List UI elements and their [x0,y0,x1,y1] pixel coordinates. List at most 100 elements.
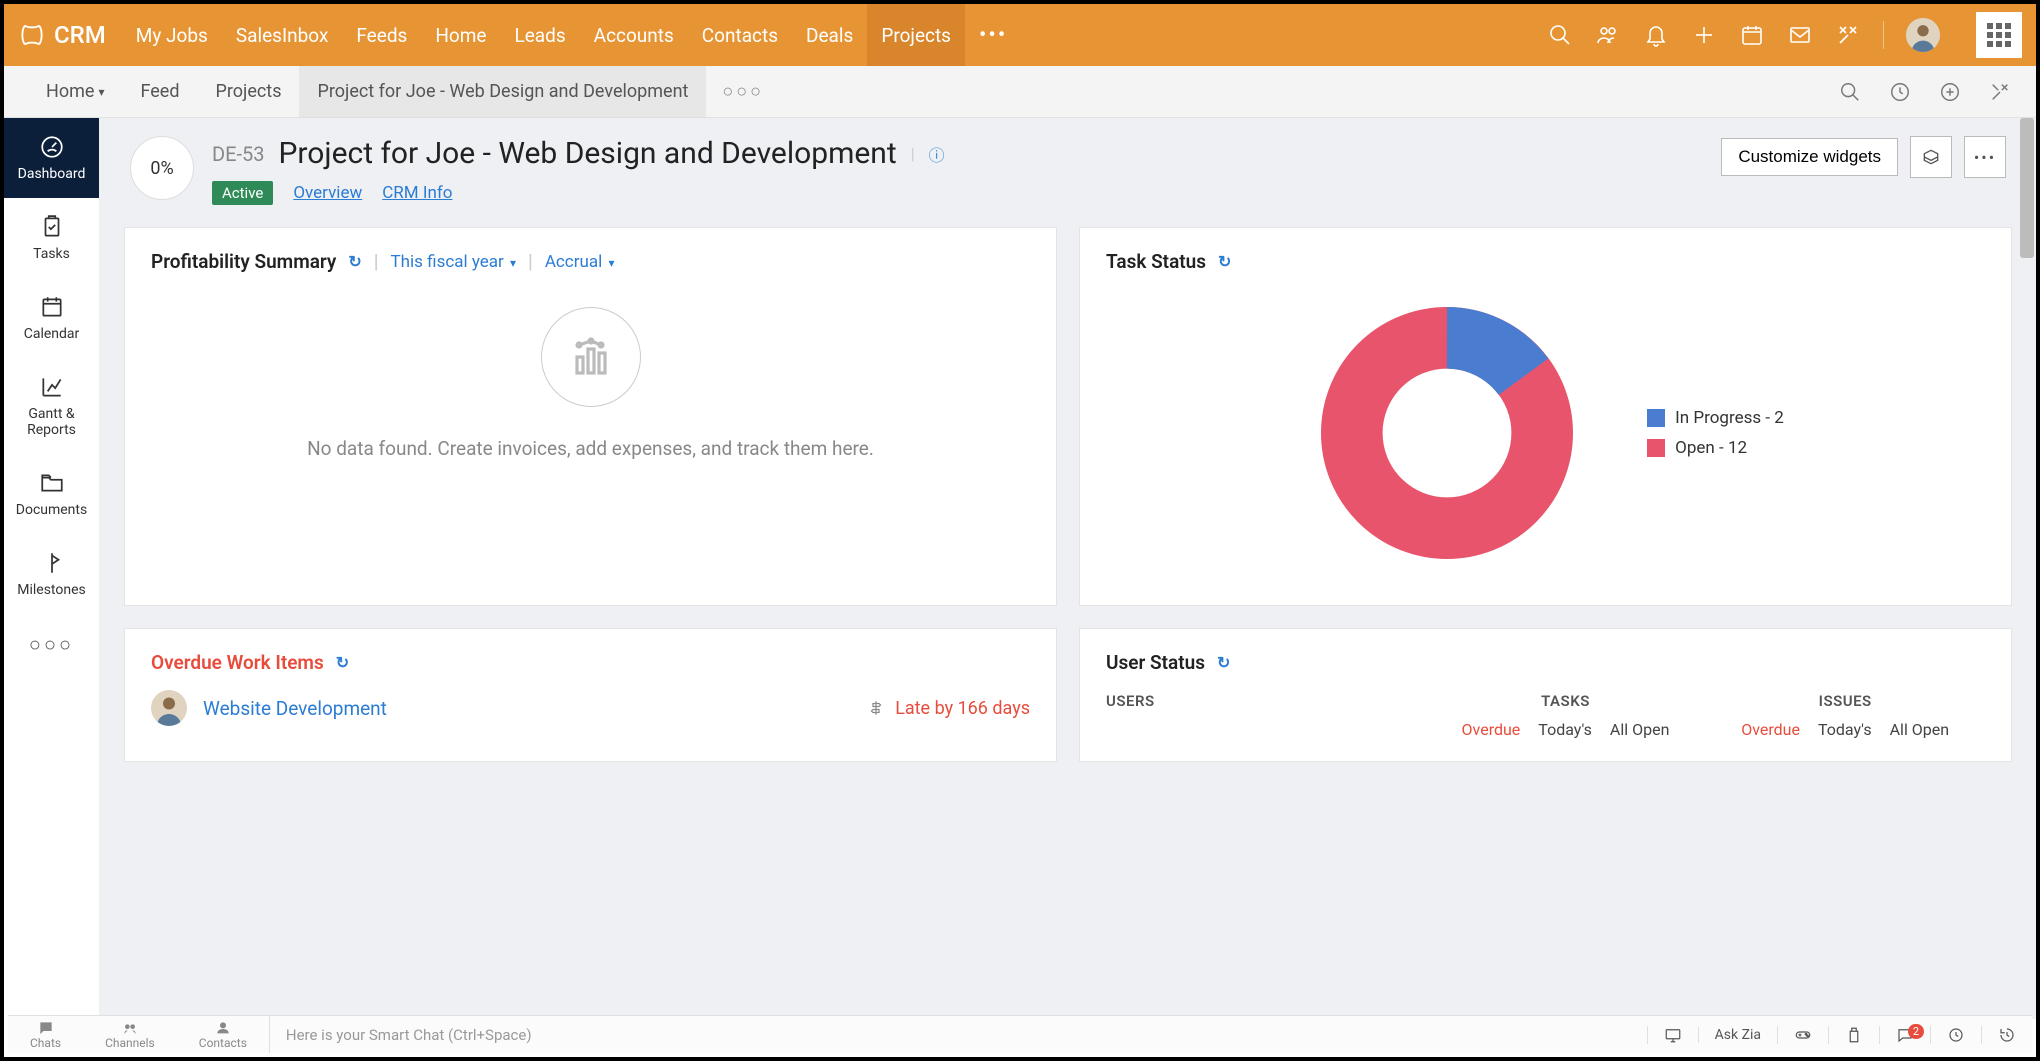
subcol-todays[interactable]: Today's [1818,720,1872,739]
more-options-icon[interactable]: ••• [1964,136,2006,178]
scrollbar[interactable] [2020,118,2034,1019]
widget-title: Task Status [1106,250,1206,273]
rail-label: Dashboard [18,166,86,182]
refresh-icon[interactable]: ↻ [336,653,349,672]
bb-clip-icon[interactable] [1828,1026,1879,1044]
project-header: 0% DE-53 Project for Joe - Web Design an… [100,118,2036,227]
subcol-all-open[interactable]: All Open [1610,720,1670,739]
link-overview[interactable]: Overview [293,183,362,203]
col-tasks: TASKS [1426,692,1706,710]
bb-contacts[interactable]: Contacts [177,1020,269,1050]
rail-calendar[interactable]: Calendar [4,278,99,358]
rail-label: Tasks [33,246,70,262]
bb-message-icon[interactable]: 2 [1879,1026,1930,1044]
overdue-item[interactable]: Website Development Late by 166 days [151,674,1030,726]
overdue-late-label: Late by 166 days [867,698,1030,719]
notification-badge: 2 [1908,1024,1924,1039]
legend-open[interactable]: Open - 12 [1647,438,1784,458]
legend-color-icon [1647,409,1665,427]
rail-dashboard[interactable]: Dashboard [4,118,99,198]
crumb-projects[interactable]: Projects [197,66,299,117]
link-crm-info[interactable]: CRM Info [382,183,452,203]
bb-history-icon[interactable] [1981,1026,2032,1044]
top-nav: My Jobs SalesInbox Feeds Home Leads Acco… [122,4,1022,66]
sub-clock-icon[interactable] [1888,80,1912,104]
overdue-item-name[interactable]: Website Development [203,697,851,720]
task-status-donut-chart [1307,293,1587,573]
mail-icon[interactable] [1787,22,1813,48]
brand[interactable]: CRM [18,21,106,49]
nav-salesinbox[interactable]: SalesInbox [222,4,343,66]
project-code: DE-53 [212,142,265,166]
bb-clock-icon[interactable] [1930,1026,1981,1044]
crumb-home[interactable]: Home▾ [28,66,122,117]
favorite-icon[interactable] [1910,136,1952,178]
rail-milestones[interactable]: Milestones [4,534,99,614]
rail-more[interactable]: ○○○ [4,614,99,675]
refresh-icon[interactable]: ↻ [1217,653,1230,672]
bb-channels[interactable]: Channels [83,1020,177,1050]
signpost-icon [867,699,885,717]
sub-search-icon[interactable] [1838,80,1862,104]
user-avatar[interactable] [1906,18,1940,52]
crumb-feed[interactable]: Feed [122,66,197,117]
widget-task-status: Task Status ↻ In Progress - 2 [1079,227,2012,606]
bb-gamepad-icon[interactable] [1777,1026,1828,1044]
brand-logo-icon [18,21,46,49]
info-icon[interactable]: ⓘ [929,142,945,166]
bell-icon[interactable] [1643,22,1669,48]
legend-color-icon [1647,439,1665,457]
filter-accrual[interactable]: Accrual ▾ [545,252,615,272]
gauge-icon [39,134,65,160]
folder-icon [39,470,65,496]
bb-screen-icon[interactable] [1647,1026,1698,1044]
nav-accounts[interactable]: Accounts [580,4,688,66]
nav-projects[interactable]: Projects [867,4,965,66]
refresh-icon[interactable]: ↻ [1218,252,1231,271]
refresh-icon[interactable]: ↻ [348,252,361,271]
sub-tools-icon[interactable] [1988,80,2012,104]
subcol-todays[interactable]: Today's [1538,720,1592,739]
subcol-overdue[interactable]: Overdue [1462,720,1521,739]
legend-in-progress[interactable]: In Progress - 2 [1647,408,1784,428]
smart-chat-input[interactable]: Here is your Smart Chat (Ctrl+Space) [269,1016,1647,1053]
bb-chats[interactable]: Chats [8,1020,83,1050]
separator [1883,21,1884,49]
people-icon[interactable] [1595,22,1621,48]
rail-tasks[interactable]: Tasks [4,198,99,278]
subcol-overdue[interactable]: Overdue [1741,720,1800,739]
rail-gantt-reports[interactable]: Gantt & Reports [4,358,99,454]
empty-chart-icon [541,307,641,407]
tools-icon[interactable] [1835,22,1861,48]
user-status-subcolumns: Overdue Today's All Open Overdue Today's… [1106,720,1985,739]
chart-icon [39,374,65,400]
calendar-icon [39,294,65,320]
widget-title: Overdue Work Items [151,651,324,674]
content-area: 0% DE-53 Project for Joe - Web Design an… [100,118,2036,1019]
user-status-columns: USERS TASKS ISSUES [1106,674,1985,720]
sub-add-icon[interactable] [1938,80,1962,104]
nav-home[interactable]: Home [421,4,500,66]
widget-user-status: User Status ↻ USERS TASKS ISSUES Overdue… [1079,628,2012,762]
subnav-more[interactable]: ○○○ [706,81,780,102]
nav-deals[interactable]: Deals [792,4,867,66]
apps-launcher-icon[interactable] [1976,12,2022,58]
col-users: USERS [1106,692,1426,710]
rail-documents[interactable]: Documents [4,454,99,534]
calendar-icon[interactable] [1739,22,1765,48]
nav-my-jobs[interactable]: My Jobs [122,4,222,66]
subcol-all-open[interactable]: All Open [1890,720,1950,739]
bottom-bar: Chats Channels Contacts Here is your Sma… [8,1015,2032,1053]
nav-more[interactable]: ••• [965,23,1021,48]
search-icon[interactable] [1547,22,1573,48]
bb-ask-zia[interactable]: Ask Zia [1698,1027,1777,1043]
crumb-current-project[interactable]: Project for Joe - Web Design and Develop… [299,66,706,117]
nav-feeds[interactable]: Feeds [342,4,421,66]
customize-widgets-button[interactable]: Customize widgets [1721,138,1898,176]
nav-contacts[interactable]: Contacts [688,4,792,66]
plus-icon[interactable] [1691,22,1717,48]
rail-label: Gantt & Reports [8,406,95,438]
widget-overdue: Overdue Work Items ↻ Website Development… [124,628,1057,762]
filter-fiscal-year[interactable]: This fiscal year ▾ [391,252,517,272]
nav-leads[interactable]: Leads [501,4,580,66]
